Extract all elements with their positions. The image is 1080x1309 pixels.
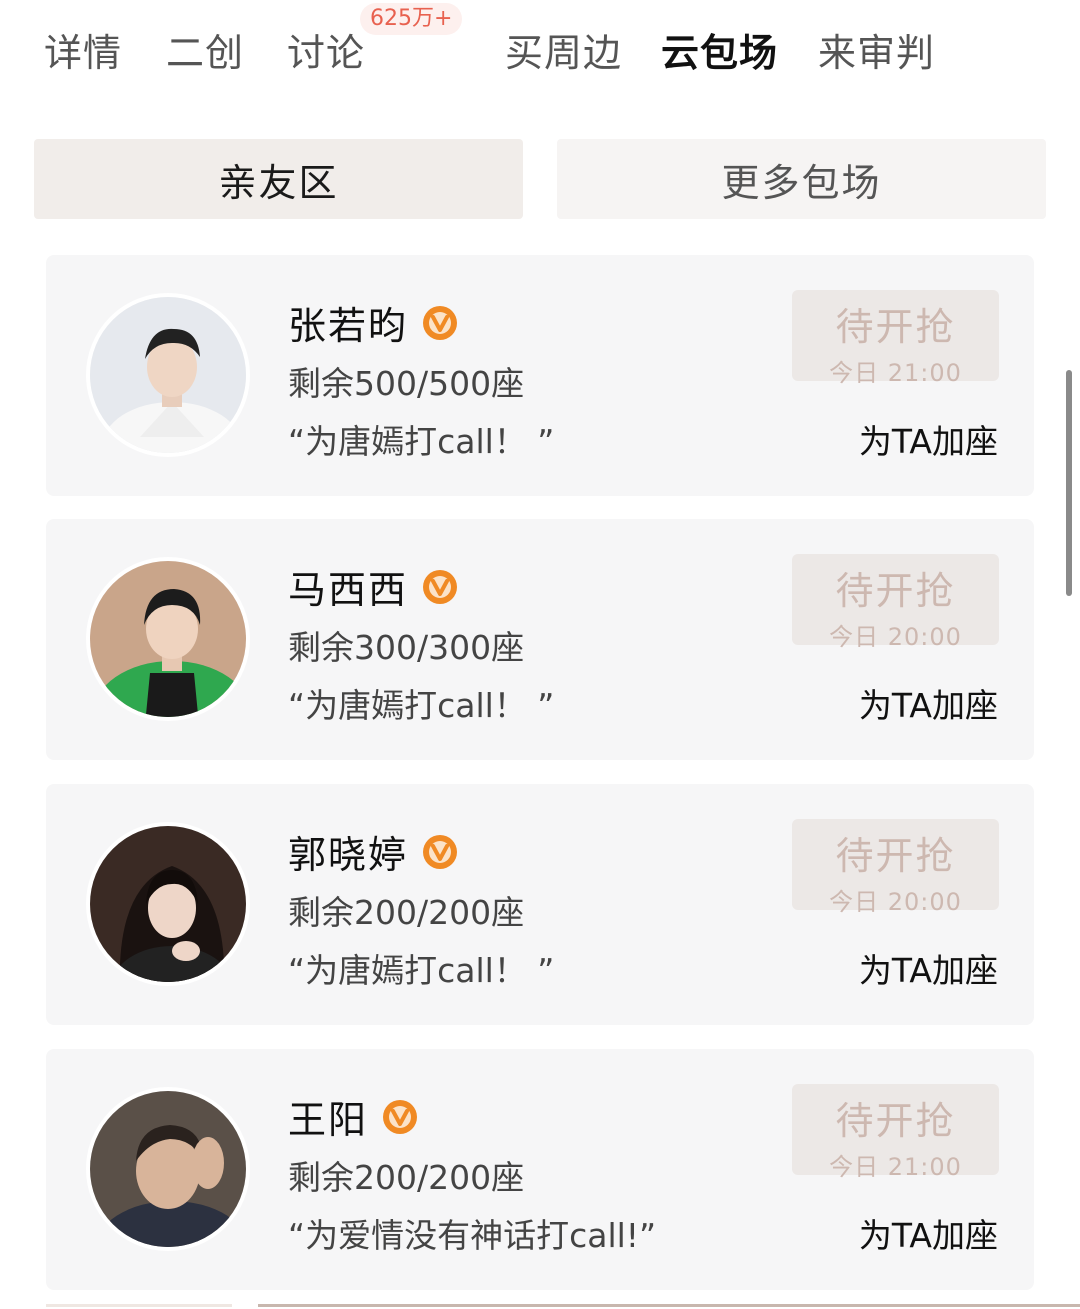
start-time: 今日 21:00 — [829, 1153, 962, 1181]
booking-card[interactable]: 马西西 剩余300/300座 “为唐嫣打call！ ” 待开抢 今日 20:00… — [46, 519, 1034, 760]
avatar[interactable] — [86, 557, 250, 721]
booking-card[interactable]: 王阳 剩余200/200座 “为爱情没有神话打call!” 待开抢 今日 21:… — [46, 1049, 1034, 1290]
discussion-count-badge: 625万+ — [360, 3, 463, 35]
name-row: 张若昀 — [288, 295, 458, 350]
pending-label: 待开抢 — [835, 305, 956, 349]
tab-merch[interactable]: 买周边 — [505, 22, 622, 77]
tab-discussion[interactable]: 讨论 — [287, 22, 365, 77]
name-row: 王阳 — [288, 1089, 418, 1144]
avatar[interactable] — [86, 293, 250, 457]
add-seat-button[interactable]: 为TA加座 — [859, 679, 998, 727]
tab-cloud-booking[interactable]: 云包场 — [661, 22, 778, 77]
pending-grab-button: 待开抢 今日 20:00 — [792, 554, 999, 651]
pending-label: 待开抢 — [835, 569, 956, 613]
tab-details[interactable]: 详情 — [44, 22, 122, 77]
divider — [46, 1304, 232, 1307]
avatar[interactable] — [86, 1087, 250, 1251]
verified-v-icon — [423, 569, 458, 604]
user-name: 王阳 — [288, 1098, 369, 1142]
user-name: 马西西 — [288, 568, 409, 612]
start-time: 今日 20:00 — [829, 888, 962, 916]
friends-zone-tab[interactable]: 亲友区 — [34, 139, 523, 219]
booking-card[interactable]: 张若昀 剩余500/500座 “为唐嫣打call！ ” 待开抢 今日 21:00… — [46, 255, 1034, 496]
seats-remaining: 剩余300/300座 — [288, 628, 525, 667]
pending-grab-button: 待开抢 今日 21:00 — [792, 290, 999, 387]
more-bookings-tab[interactable]: 更多包场 — [557, 139, 1046, 219]
booking-card[interactable]: 郭晓婷 剩余200/200座 “为唐嫣打call！ ” 待开抢 今日 20:00… — [46, 784, 1034, 1025]
start-time: 今日 20:00 — [829, 623, 962, 651]
slogan: “为唐嫣打call！ ” — [288, 686, 555, 725]
seats-remaining: 剩余200/200座 — [288, 893, 525, 932]
scrollbar[interactable] — [1066, 370, 1072, 596]
top-tab-bar: 详情 二创 讨论 625万+ 买周边 云包场 来审判 — [0, 0, 1080, 100]
divider — [258, 1304, 1080, 1307]
add-seat-button[interactable]: 为TA加座 — [859, 944, 998, 992]
start-time: 今日 21:00 — [829, 359, 962, 387]
name-row: 马西西 — [288, 559, 458, 614]
pending-grab-button: 待开抢 今日 21:00 — [792, 1084, 999, 1181]
seats-remaining: 剩余200/200座 — [288, 1158, 525, 1197]
verified-v-icon — [423, 305, 458, 340]
add-seat-button[interactable]: 为TA加座 — [859, 415, 998, 463]
avatar[interactable] — [86, 822, 250, 986]
name-row: 郭晓婷 — [288, 824, 458, 879]
slogan: “为唐嫣打call！ ” — [288, 951, 555, 990]
pending-label: 待开抢 — [835, 1099, 956, 1143]
verified-v-icon — [383, 1099, 418, 1134]
user-name: 张若昀 — [288, 304, 409, 348]
tab-fan-creations[interactable]: 二创 — [166, 22, 244, 77]
seats-remaining: 剩余500/500座 — [288, 364, 525, 403]
user-name: 郭晓婷 — [288, 833, 409, 877]
slogan: “为唐嫣打call！ ” — [288, 422, 555, 461]
slogan: “为爱情没有神话打call!” — [288, 1216, 657, 1255]
add-seat-button[interactable]: 为TA加座 — [859, 1209, 998, 1257]
tab-judge[interactable]: 来审判 — [818, 22, 935, 77]
pending-grab-button: 待开抢 今日 20:00 — [792, 819, 999, 916]
pending-label: 待开抢 — [835, 834, 956, 878]
verified-v-icon — [423, 834, 458, 869]
